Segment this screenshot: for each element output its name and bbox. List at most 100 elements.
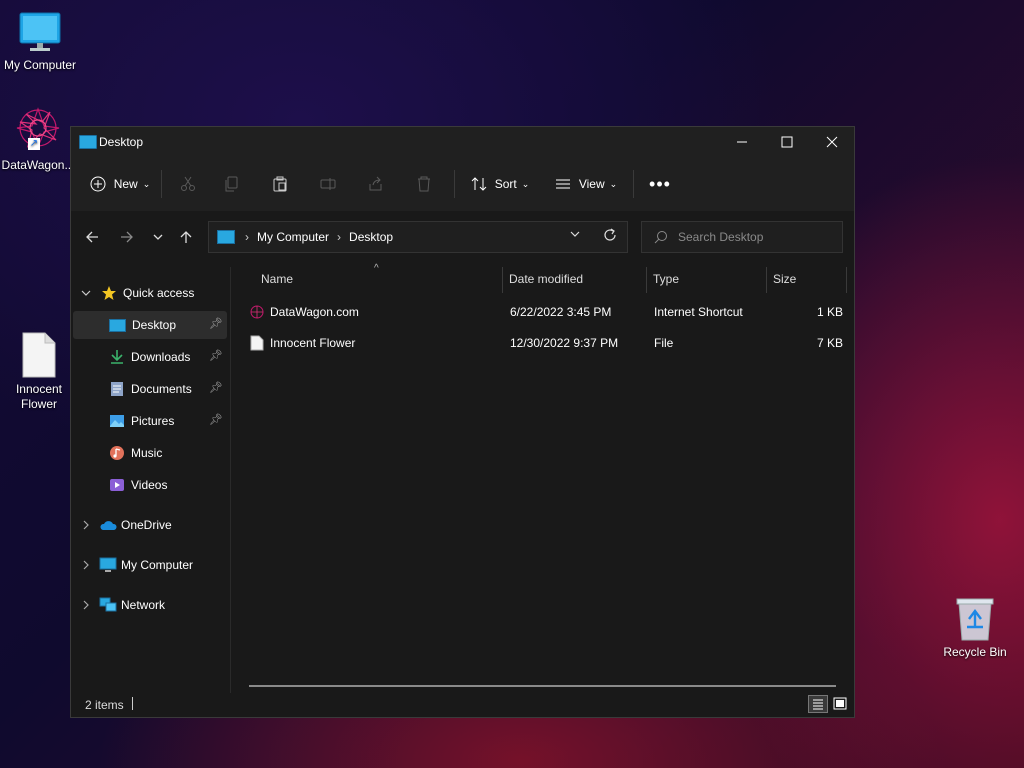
sort-button[interactable]: Sort ⌄ [461, 168, 539, 200]
back-button[interactable] [81, 227, 103, 247]
refresh-button[interactable] [603, 228, 617, 242]
column-label: Date modified [509, 272, 584, 286]
sidebar-item-music[interactable]: Music [73, 439, 227, 467]
sort-icon [471, 177, 487, 191]
rename-icon [320, 178, 336, 190]
pin-icon[interactable]: 📌︎ [209, 381, 223, 394]
pin-icon[interactable]: 📌︎ [209, 349, 223, 362]
sidebar-item-my-computer[interactable]: My Computer [73, 551, 227, 579]
chevron-right-icon [83, 520, 89, 530]
file-icon [21, 317, 57, 378]
sidebar-item-videos[interactable]: Videos [73, 471, 227, 499]
forward-button[interactable] [116, 227, 138, 247]
more-options-button[interactable]: ••• [640, 168, 680, 200]
network-icon [99, 597, 117, 612]
search-placeholder: Search Desktop [678, 230, 764, 244]
desktop-icon-innocent-flower[interactable]: Innocent Flower [0, 302, 79, 427]
title-bar[interactable]: Desktop [71, 127, 854, 157]
desktop-icon-label: DataWagon... [1, 158, 75, 172]
share-icon [369, 176, 382, 191]
share-button[interactable] [352, 168, 400, 200]
up-button[interactable] [175, 227, 197, 247]
column-divider[interactable] [502, 267, 503, 293]
sidebar-item-downloads[interactable]: Downloads 📌︎ [73, 343, 227, 371]
pin-icon[interactable]: 📌︎ [209, 413, 223, 426]
desktop-icon-datawagon[interactable]: ↗ DataWagon... [0, 106, 78, 173]
document-icon [111, 382, 123, 396]
view-button[interactable]: View ⌄ [545, 168, 627, 200]
sidebar-item-onedrive[interactable]: OneDrive [73, 511, 227, 539]
status-bar: 2 items [71, 693, 854, 717]
breadcrumb-my-computer[interactable]: My Computer [257, 230, 329, 244]
rename-button[interactable] [304, 168, 352, 200]
sidebar-label: Downloads [131, 350, 191, 364]
column-divider[interactable] [846, 267, 847, 293]
copy-button[interactable] [208, 168, 256, 200]
recent-locations-button[interactable] [147, 227, 169, 247]
column-header-date[interactable]: Date modified [509, 263, 649, 295]
cut-button[interactable] [168, 168, 208, 200]
chevron-down-icon [81, 290, 91, 296]
desktop-icon-label: Recycle Bin [943, 645, 1007, 659]
column-header-size[interactable]: Size [773, 263, 843, 295]
column-divider[interactable] [766, 267, 767, 293]
column-label: Name [261, 272, 294, 286]
column-header-name[interactable]: Name [261, 263, 501, 295]
breadcrumb-desktop[interactable]: Desktop [349, 230, 393, 244]
minimize-button[interactable] [719, 127, 764, 157]
desktop-icon-recycle-bin[interactable]: Recycle Bin [935, 597, 1015, 660]
new-button[interactable]: New ⌄ [85, 168, 155, 200]
arrow-right-icon [121, 231, 133, 243]
trash-icon [418, 176, 430, 192]
chevron-down-icon [153, 234, 163, 240]
sidebar-item-network[interactable]: Network [73, 591, 227, 619]
file-row-datawagon[interactable]: DataWagon.com 6/22/2022 3:45 PM Internet… [241, 297, 846, 327]
desktop-icon-my-computer[interactable]: My Computer [0, 10, 80, 73]
column-label: Size [773, 272, 797, 286]
column-label: Type [653, 272, 680, 286]
toolbar-divider [161, 170, 162, 198]
toolbar-divider [454, 170, 455, 198]
item-count: 2 items [85, 698, 124, 712]
delete-button[interactable] [400, 168, 448, 200]
picture-icon [110, 415, 124, 427]
sidebar-label: Desktop [132, 318, 177, 332]
tiles-view-button[interactable] [831, 695, 849, 713]
file-date: 12/30/2022 9:37 PM [510, 336, 619, 350]
view-label: View [578, 177, 605, 191]
paste-button[interactable] [256, 168, 304, 200]
address-dropdown-chevron-icon[interactable] [569, 228, 581, 240]
maximize-button[interactable] [764, 127, 809, 157]
column-divider[interactable] [646, 267, 647, 293]
horizontal-scrollbar[interactable] [249, 685, 836, 687]
sidebar-item-documents[interactable]: Documents 📌︎ [73, 375, 227, 403]
file-size: 7 KB [817, 336, 844, 350]
sidebar-label: My Computer [121, 558, 194, 572]
computer-icon [217, 230, 235, 244]
sidebar-label: Music [131, 446, 163, 460]
folder-desktop-icon [79, 135, 97, 149]
shortcut-arrow-icon: ↗ [28, 138, 40, 150]
pin-icon[interactable]: 📌︎ [209, 317, 223, 330]
new-label: New [113, 177, 138, 191]
sidebar-item-pictures[interactable]: Pictures 📌︎ [73, 407, 227, 435]
download-icon [111, 350, 123, 364]
sidebar-item-quick-access[interactable]: Quick access [73, 279, 227, 307]
file-name: Innocent Flower [270, 336, 356, 350]
file-row-innocent-flower[interactable]: Innocent Flower 12/30/2022 9:37 PM File … [241, 328, 846, 358]
close-button[interactable] [809, 127, 854, 157]
file-date: 6/22/2022 3:45 PM [510, 305, 612, 319]
sidebar-label: OneDrive [121, 518, 172, 532]
sidebar-label: Quick access [123, 286, 195, 300]
details-view-button[interactable] [808, 695, 828, 713]
desktop-icon-label: Innocent Flower [15, 382, 63, 411]
ellipsis-icon: ••• [649, 173, 671, 194]
column-header-type[interactable]: Type [653, 263, 763, 295]
toolbar-divider [633, 170, 634, 198]
maximize-icon [781, 136, 792, 148]
search-input[interactable]: Search Desktop [641, 221, 843, 253]
datawagon-shortcut-icon: ↗ [14, 106, 62, 154]
details-view-icon [813, 699, 823, 710]
address-bar[interactable]: › My Computer › Desktop [208, 221, 628, 253]
sidebar-item-desktop[interactable]: Desktop 📌︎ [73, 311, 227, 339]
